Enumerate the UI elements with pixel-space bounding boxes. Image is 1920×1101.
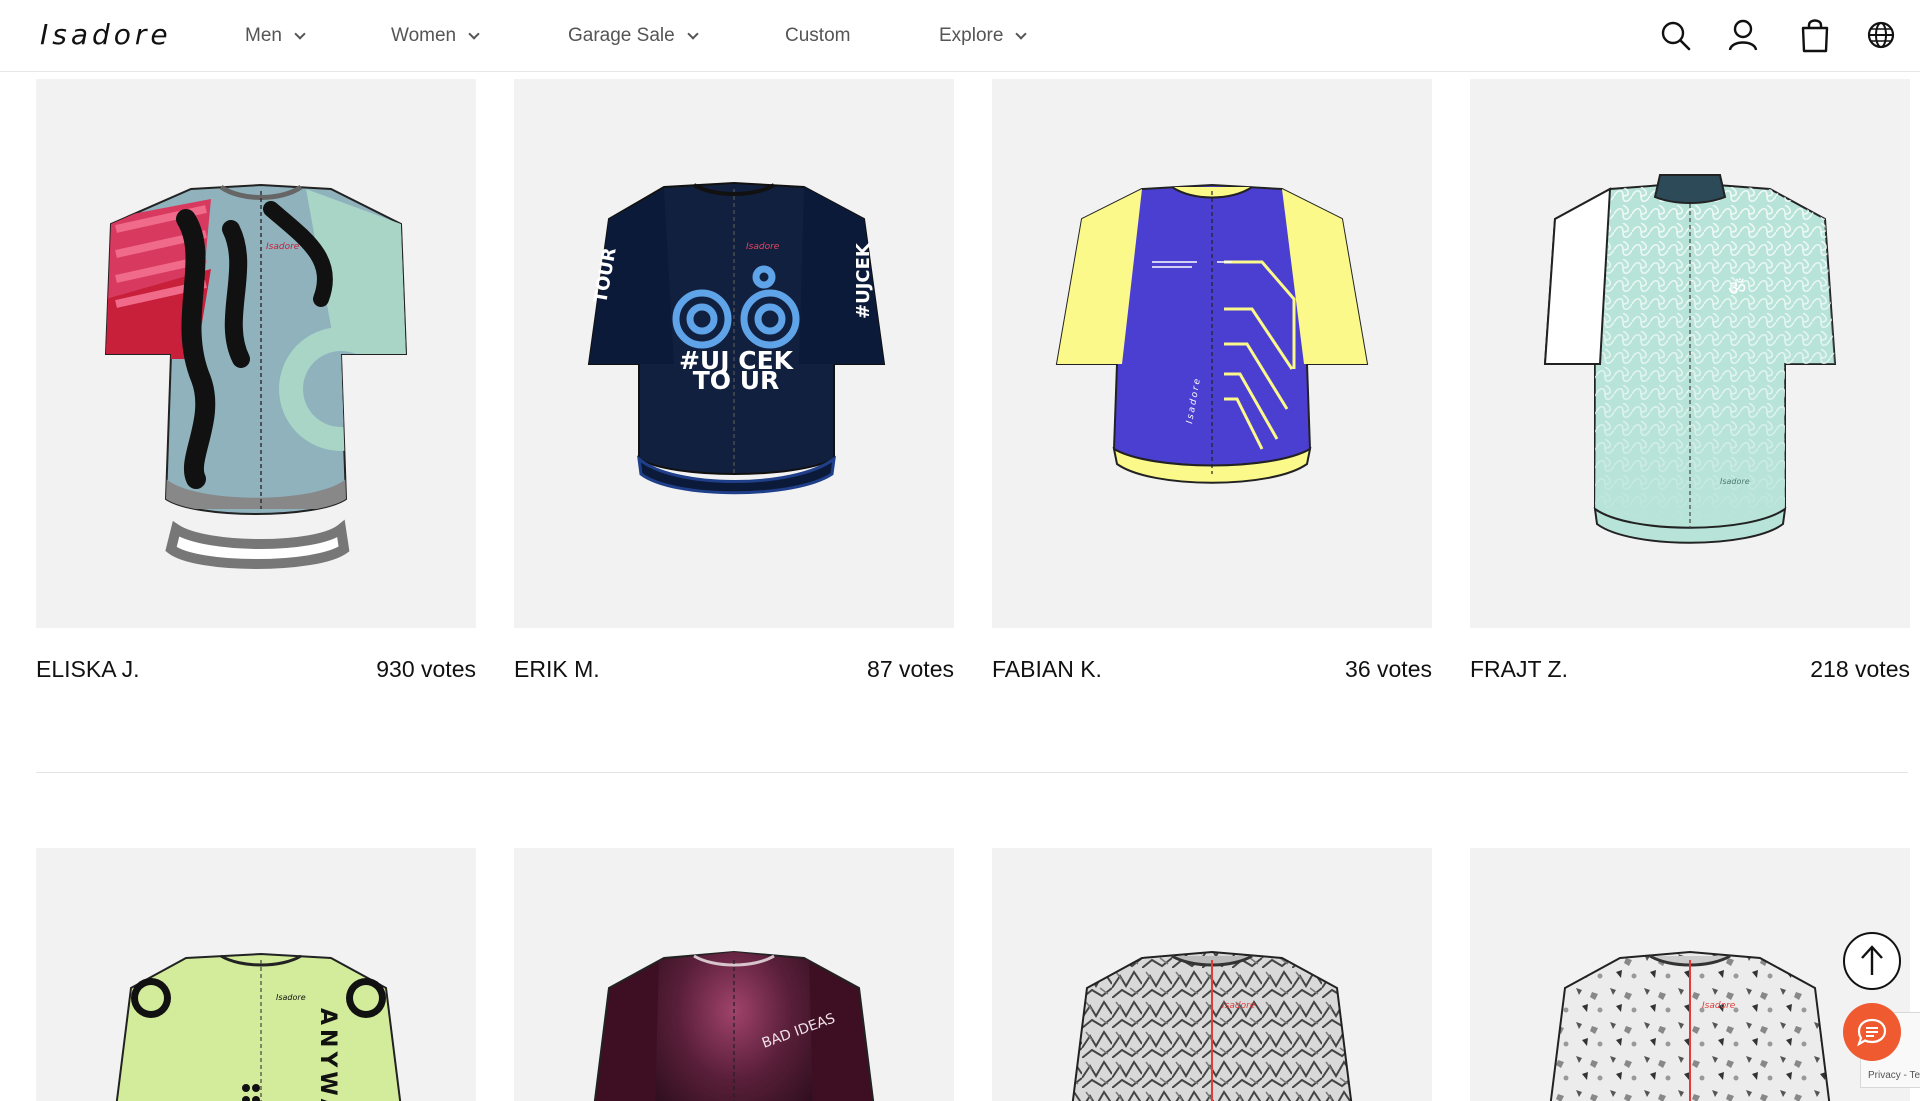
- isadore-logo[interactable]: Isadore: [40, 18, 172, 51]
- jersey-image[interactable]: Isadore: [992, 848, 1432, 1101]
- jersey-image[interactable]: Isadore: [992, 79, 1432, 628]
- design-card-erik[interactable]: Isadore #UJ CEK TO UR TOUR #UJCEK ERIK M…: [514, 79, 954, 683]
- chat-button[interactable]: [1843, 1003, 1901, 1061]
- jersey-anyway: Isadore ANYWAY: [115, 952, 402, 1101]
- nav-explore-label: Explore: [939, 25, 1004, 46]
- jersey-image[interactable]: ॐ Isadore: [1470, 79, 1910, 628]
- design-card-row2-2[interactable]: BAD IDEAS: [514, 848, 954, 1101]
- jersey-fabian: Isadore: [1055, 183, 1369, 484]
- account-icon[interactable]: [1725, 16, 1761, 54]
- nav-custom[interactable]: Custom: [785, 0, 850, 72]
- designer-name[interactable]: FRAJT Z.: [1470, 656, 1568, 683]
- designer-name[interactable]: ELISKA J.: [36, 656, 140, 683]
- om-symbol: ॐ: [1728, 276, 1746, 300]
- nav-custom-label: Custom: [785, 25, 851, 46]
- brand-mark: Isadore: [746, 242, 780, 252]
- jersey-image[interactable]: Isadore ANYWAY: [36, 848, 476, 1101]
- nav-women[interactable]: Women: [391, 0, 480, 72]
- brand-mark: Isadore: [276, 993, 306, 1002]
- recaptcha-text: Privacy - Te: [1868, 1070, 1920, 1081]
- jersey-frajt: ॐ Isadore: [1543, 174, 1837, 544]
- designer-name[interactable]: FABIAN K.: [992, 656, 1102, 683]
- chevron-down-icon: [294, 28, 306, 40]
- nav-women-label: Women: [391, 25, 457, 46]
- svg-text:TO UR: TO UR: [693, 366, 780, 395]
- sleeve-text-right: #UJCEK: [853, 242, 874, 319]
- jersey-image[interactable]: Isadore: [1470, 848, 1910, 1101]
- vote-count: 87 votes: [867, 656, 954, 682]
- vote-count: 218 votes: [1810, 656, 1910, 682]
- chevron-down-icon: [468, 28, 480, 40]
- chevron-down-icon: [1015, 28, 1028, 40]
- nav-garage-sale-label: Garage Sale: [568, 25, 675, 46]
- brand-mark: Isadore: [266, 242, 300, 252]
- jersey-image[interactable]: Isadore: [36, 79, 476, 628]
- scroll-to-top-button[interactable]: [1843, 932, 1901, 990]
- design-card-fabian[interactable]: Isadore FABIAN K. 36 votes: [992, 79, 1432, 683]
- nav-men-label: Men: [245, 25, 282, 46]
- nav-men[interactable]: Men: [245, 0, 306, 72]
- globe-icon[interactable]: [1863, 16, 1899, 54]
- design-card-row2-4[interactable]: Isadore: [1470, 848, 1910, 1101]
- design-card-row2-3[interactable]: Isadore: [992, 848, 1432, 1101]
- brand-mark: Isadore: [1222, 1001, 1256, 1011]
- design-card-frajt[interactable]: ॐ Isadore FRAJT Z. 218 votes: [1470, 79, 1910, 683]
- site-header: Isadore Men Women Garage Sale Custom Exp…: [0, 0, 1920, 72]
- chevron-down-icon: [687, 28, 699, 40]
- section-divider: [36, 772, 1908, 773]
- jersey-image[interactable]: BAD IDEAS: [514, 848, 954, 1101]
- arrow-up-icon: [1861, 945, 1883, 975]
- anyway-text: ANYWAY: [315, 1008, 340, 1101]
- brand-mark: Isadore: [1702, 1001, 1736, 1011]
- vote-count: 36 votes: [1345, 656, 1432, 682]
- cart-icon[interactable]: [1797, 16, 1833, 54]
- brand-mark: Isadore: [1720, 477, 1750, 486]
- chat-icon: [1857, 1018, 1887, 1047]
- vote-count: 930 votes: [376, 656, 476, 682]
- design-card-eliska[interactable]: Isadore ELISKA J. 930 votes: [36, 79, 476, 683]
- design-card-row2-1[interactable]: Isadore ANYWAY: [36, 848, 476, 1101]
- nav-garage-sale[interactable]: Garage Sale: [568, 0, 699, 72]
- search-icon[interactable]: [1658, 16, 1694, 54]
- jersey-bad-ideas: BAD IDEAS: [593, 950, 875, 1101]
- designer-name[interactable]: ERIK M.: [514, 656, 600, 683]
- jersey-terrazzo: Isadore: [1549, 950, 1831, 1101]
- jersey-terrain: Isadore: [1071, 950, 1353, 1101]
- jersey-eliska: Isadore: [104, 183, 408, 569]
- jersey-image[interactable]: Isadore #UJ CEK TO UR TOUR #UJCEK: [514, 79, 954, 628]
- jersey-erik: Isadore #UJ CEK TO UR TOUR #UJCEK: [587, 181, 886, 495]
- nav-explore[interactable]: Explore: [939, 0, 1028, 72]
